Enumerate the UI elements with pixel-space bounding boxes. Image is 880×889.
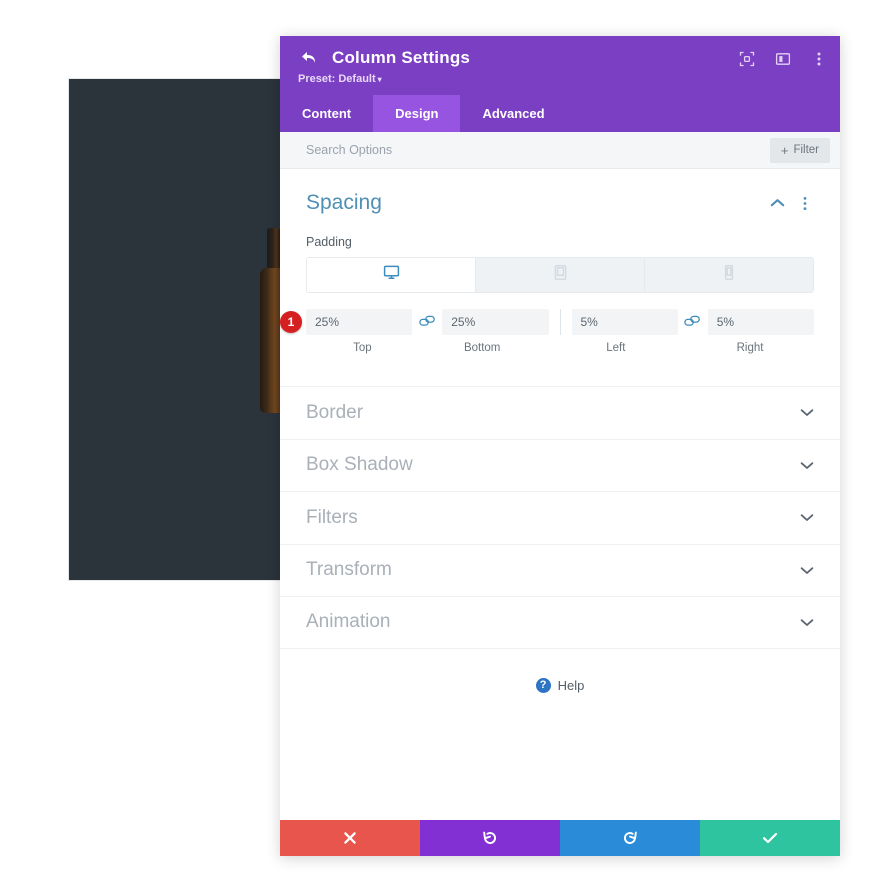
preset-label: Preset: Default — [298, 73, 376, 85]
section-transform[interactable]: Transform — [280, 543, 840, 597]
section-animation[interactable]: Animation — [280, 596, 840, 649]
phone-icon — [723, 264, 735, 286]
collapsed-sections-list: Border Box Shadow Filters Transform Anim… — [280, 386, 840, 649]
cancel-button[interactable] — [280, 820, 420, 856]
plus-icon: + — [780, 142, 789, 158]
chevron-down-icon[interactable] — [800, 461, 814, 470]
filter-button-label: Filter — [793, 144, 819, 156]
section-animation-title: Animation — [306, 611, 391, 633]
chevron-down-icon[interactable] — [800, 618, 814, 627]
padding-bottom-field — [442, 309, 549, 335]
tablet-icon — [553, 264, 568, 286]
chevron-down-icon[interactable] — [800, 408, 814, 417]
search-row: + Filter — [280, 132, 840, 169]
help-question-icon: ? — [535, 677, 551, 693]
padding-left-field — [571, 309, 678, 335]
link-chain-icon-vertical[interactable] — [412, 315, 442, 329]
modal-footer — [280, 820, 840, 856]
step-badge-1: 1 — [280, 311, 302, 333]
padding-fields-row: 1 — [280, 309, 814, 335]
section-border-title: Border — [306, 401, 364, 423]
section-spacing: Spacing Padding 1 25% 25% 5% 5% Top Bott… — [280, 169, 840, 354]
section-box-shadow[interactable]: Box Shadow — [280, 438, 840, 492]
padding-field-labels: Top Bottom Left Right — [306, 342, 814, 354]
modal-body: Spacing Padding 1 25% 25% 5% 5% Top Bott… — [280, 169, 840, 820]
padding-group-divider — [559, 309, 561, 335]
modal-tabs: Content Design Advanced — [280, 95, 840, 132]
section-border[interactable]: Border — [280, 386, 840, 439]
section-spacing-header[interactable]: Spacing — [306, 169, 814, 225]
chevron-up-icon[interactable] — [768, 198, 786, 208]
padding-right-field — [707, 309, 814, 335]
preset-selector[interactable]: Preset: Default ▾ — [298, 73, 822, 85]
layout-panel-icon[interactable] — [774, 50, 792, 68]
save-button[interactable] — [700, 820, 840, 856]
tab-design[interactable]: Design — [373, 95, 461, 132]
chevron-down-icon: ▾ — [377, 75, 382, 84]
padding-left-input[interactable] — [571, 309, 678, 335]
padding-label: Padding — [306, 235, 352, 249]
section-box-shadow-title: Box Shadow — [306, 454, 413, 476]
modal-header-actions — [738, 50, 828, 68]
device-tab-tablet[interactable] — [476, 258, 645, 292]
padding-vertical-group — [306, 309, 549, 335]
column-settings-modal: Column Settings Preset: Default ▾ Conten… — [280, 36, 840, 856]
device-tab-phone[interactable] — [645, 258, 813, 292]
redo-button[interactable] — [560, 820, 700, 856]
help-label: Help — [557, 677, 585, 693]
section-spacing-title: Spacing — [306, 191, 382, 214]
chevron-down-icon[interactable] — [800, 566, 814, 575]
padding-top-field — [306, 309, 413, 335]
help-link[interactable]: ? Help — [280, 649, 840, 722]
padding-right-label: Right — [736, 342, 764, 354]
section-filters-title: Filters — [306, 506, 358, 528]
padding-right-input[interactable] — [707, 309, 814, 335]
fullscreen-icon[interactable] — [738, 50, 756, 68]
tab-content[interactable]: Content — [280, 95, 373, 132]
back-arrow-icon[interactable] — [298, 48, 320, 68]
modal-header: Column Settings Preset: Default ▾ — [280, 36, 840, 95]
padding-left-label: Left — [606, 342, 626, 354]
device-toggle-group — [306, 257, 814, 293]
section-menu-icon[interactable] — [796, 196, 814, 211]
desktop-icon — [383, 264, 400, 286]
search-input[interactable] — [306, 143, 770, 157]
modal-title: Column Settings — [332, 48, 471, 67]
padding-horizontal-group — [571, 309, 814, 335]
more-vertical-icon[interactable] — [810, 50, 828, 68]
link-chain-icon-horizontal[interactable] — [678, 315, 708, 329]
filter-button[interactable]: + Filter — [769, 137, 830, 163]
undo-button[interactable] — [420, 820, 560, 856]
section-filters[interactable]: Filters — [280, 491, 840, 544]
device-tab-desktop[interactable] — [307, 258, 476, 292]
padding-top-input[interactable] — [306, 309, 413, 335]
padding-bottom-label: Bottom — [463, 342, 501, 354]
chevron-down-icon[interactable] — [800, 513, 814, 522]
padding-bottom-input[interactable] — [442, 309, 549, 335]
section-transform-title: Transform — [306, 559, 392, 581]
tab-advanced[interactable]: Advanced — [460, 95, 566, 132]
padding-top-label: Top — [353, 342, 372, 354]
